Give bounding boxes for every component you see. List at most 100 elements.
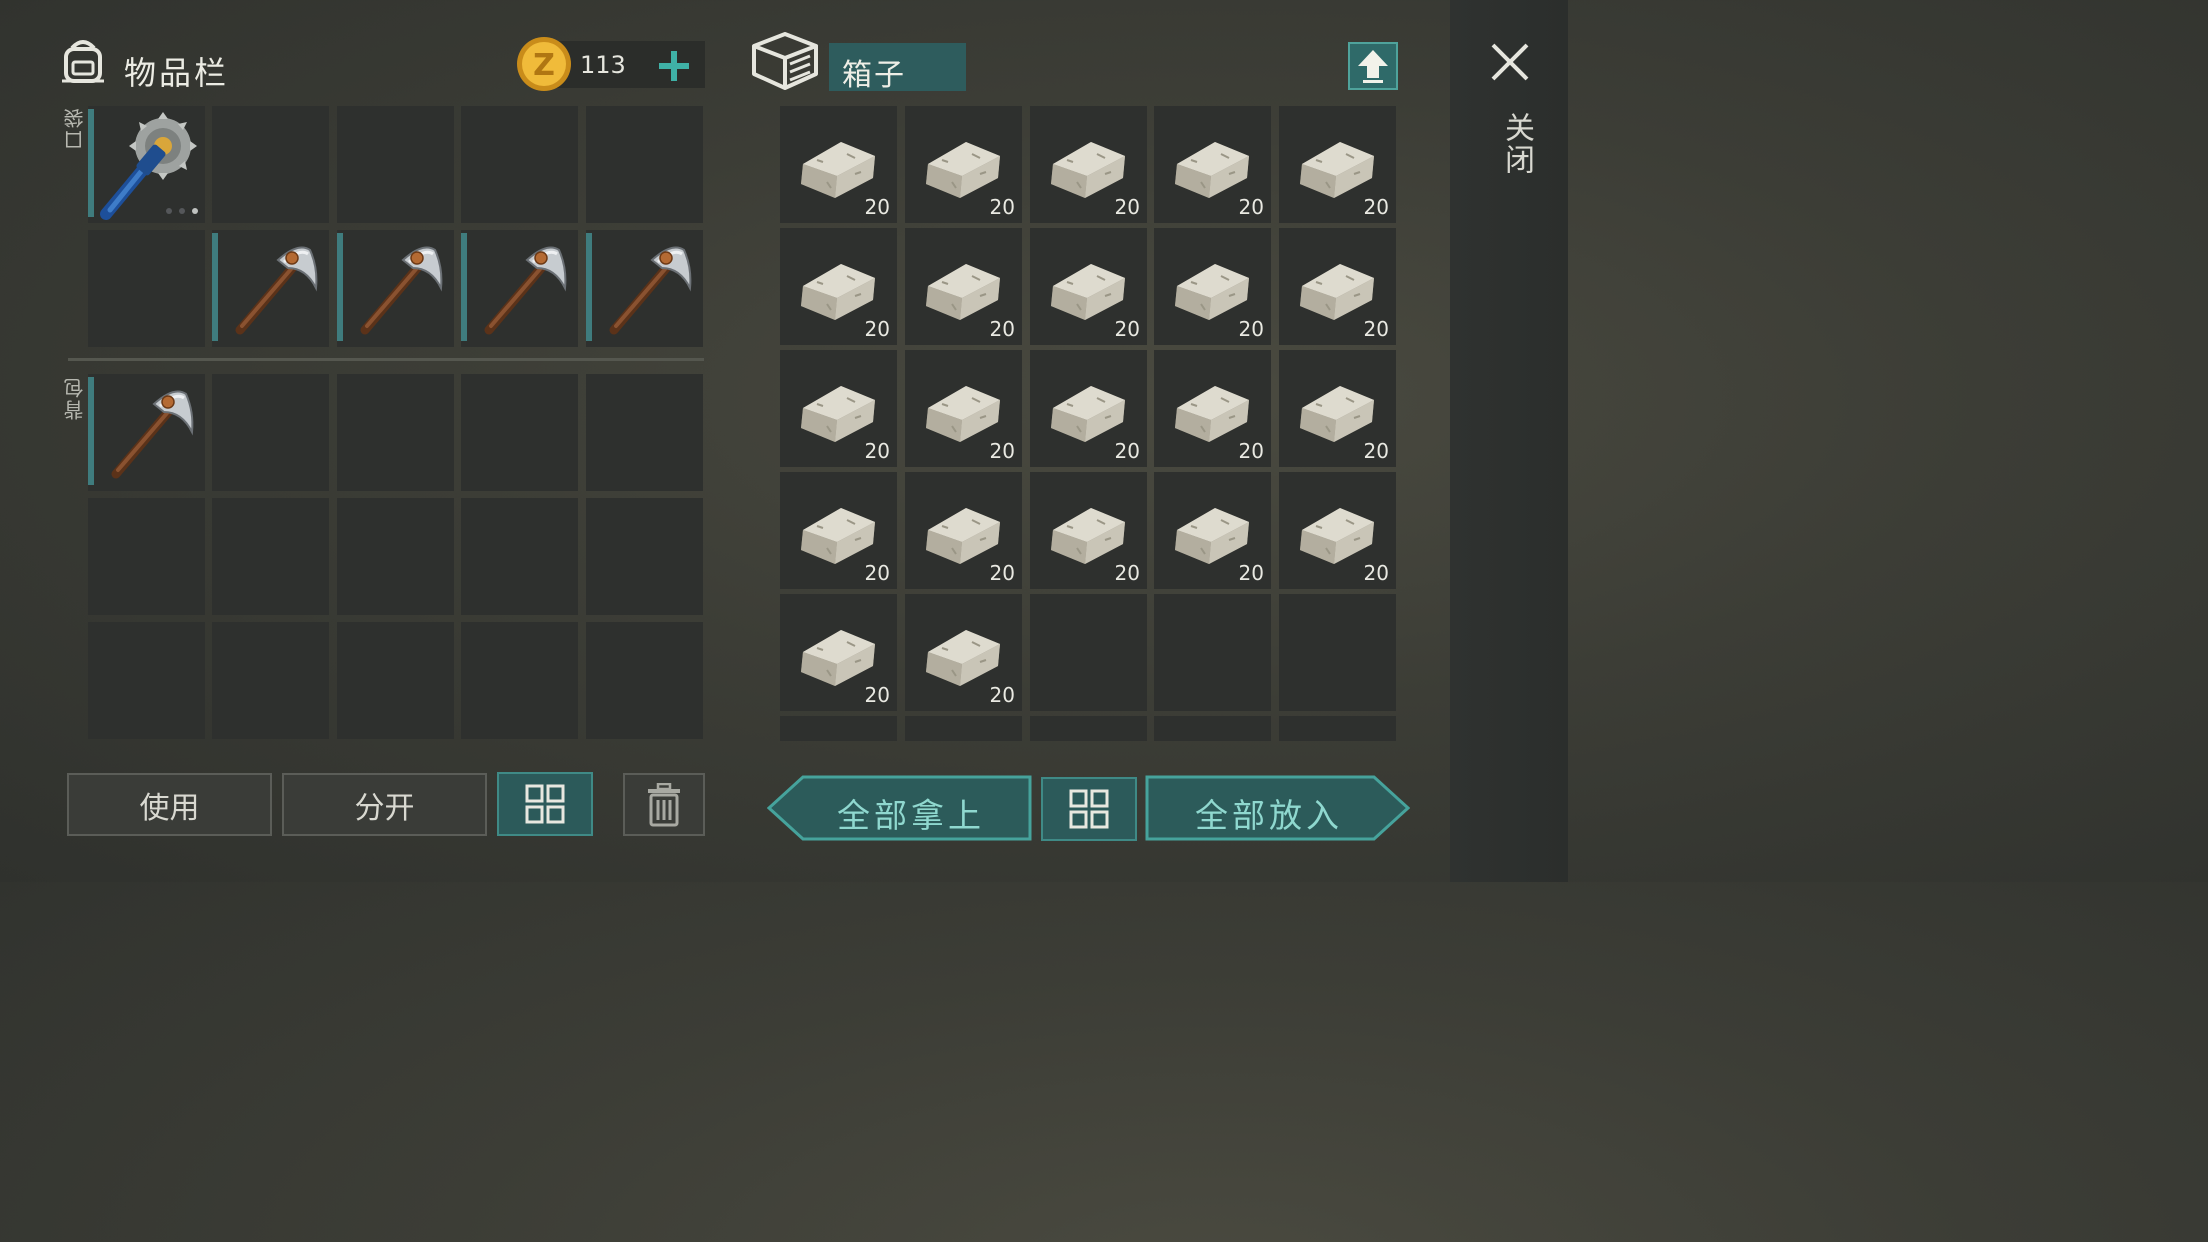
- item-count: 20: [1114, 561, 1140, 585]
- item-count: 20: [864, 683, 890, 707]
- container-slot[interactable]: [1279, 716, 1396, 741]
- container-slot[interactable]: 20: [1279, 350, 1396, 467]
- container-slot[interactable]: [1030, 716, 1147, 741]
- backpack-icon: [58, 36, 108, 86]
- backpack-slot[interactable]: [586, 622, 703, 739]
- pocket-slot[interactable]: [461, 230, 578, 347]
- container-slot[interactable]: 20: [1279, 106, 1396, 223]
- container-slot[interactable]: 20: [780, 472, 897, 589]
- container-slot[interactable]: [1154, 716, 1271, 741]
- container-slot[interactable]: 20: [905, 350, 1022, 467]
- container-slot[interactable]: 20: [905, 106, 1022, 223]
- stone-icon: [801, 142, 875, 198]
- item-count: 20: [1363, 561, 1389, 585]
- pocket-slot[interactable]: [337, 106, 454, 223]
- backpack-slot[interactable]: [337, 498, 454, 615]
- container-slot[interactable]: 20: [780, 350, 897, 467]
- split-button[interactable]: 分开: [282, 773, 487, 836]
- backpack-slot[interactable]: [461, 374, 578, 491]
- stone-icon: [1051, 142, 1125, 198]
- container-slot[interactable]: 20: [905, 594, 1022, 711]
- stone-icon: [1300, 508, 1374, 564]
- sort-inventory-button[interactable]: [497, 772, 593, 836]
- container-title: 箱子: [842, 58, 906, 93]
- item-count: 20: [989, 439, 1015, 463]
- container-slot[interactable]: 20: [1154, 472, 1271, 589]
- pocket-slot[interactable]: [212, 106, 329, 223]
- container-grid-scroll-edge: [780, 716, 1398, 741]
- pocket-slot[interactable]: [88, 230, 205, 347]
- container-slot[interactable]: 20: [1154, 350, 1271, 467]
- backpack-label: 背包: [63, 376, 87, 420]
- backpack-slot[interactable]: [461, 498, 578, 615]
- close-icon[interactable]: [1488, 40, 1532, 84]
- pocket-slot[interactable]: [212, 230, 329, 347]
- box-icon: [750, 30, 820, 92]
- container-slot[interactable]: [1279, 594, 1396, 711]
- backpack-slot[interactable]: [337, 374, 454, 491]
- container-slot[interactable]: 20: [1279, 472, 1396, 589]
- pickaxe-icon: [235, 246, 318, 335]
- sort-container-button[interactable]: [1041, 777, 1137, 841]
- backpack-slot[interactable]: [337, 622, 454, 739]
- close-label[interactable]: 关闭: [1494, 112, 1538, 176]
- grid-sort-icon: [525, 784, 565, 824]
- backpack-slot[interactable]: [461, 622, 578, 739]
- container-slot[interactable]: 20: [1279, 228, 1396, 345]
- container-slot[interactable]: 20: [780, 106, 897, 223]
- backpack-slot[interactable]: [88, 622, 205, 739]
- container-slot[interactable]: 20: [905, 472, 1022, 589]
- stone-icon: [1300, 142, 1374, 198]
- upload-button[interactable]: [1348, 42, 1398, 90]
- delete-button[interactable]: [623, 773, 705, 836]
- pocket-slot[interactable]: [461, 106, 578, 223]
- container-slot[interactable]: 20: [1154, 228, 1271, 345]
- saw-tool-icon: [100, 112, 198, 220]
- stone-icon: [1300, 264, 1374, 320]
- container-slot[interactable]: 20: [1030, 472, 1147, 589]
- container-slot[interactable]: 20: [780, 228, 897, 345]
- pickaxe-icon: [484, 246, 567, 335]
- container-slot[interactable]: 20: [1030, 106, 1147, 223]
- backpack-slot[interactable]: [88, 374, 205, 491]
- backpack-slot[interactable]: [586, 498, 703, 615]
- stone-icon: [1051, 508, 1125, 564]
- add-coins-button[interactable]: [655, 47, 693, 85]
- pocket-slot[interactable]: [586, 106, 703, 223]
- stone-icon: [926, 508, 1000, 564]
- pocket-slot[interactable]: [337, 230, 454, 347]
- container-slot[interactable]: 20: [1154, 106, 1271, 223]
- item-count: 20: [1114, 317, 1140, 341]
- container-slot[interactable]: 20: [1030, 228, 1147, 345]
- pickaxe-icon: [111, 390, 194, 479]
- container-slot[interactable]: [1154, 594, 1271, 711]
- pocket-slot[interactable]: [586, 230, 703, 347]
- container-slot[interactable]: 20: [1030, 350, 1147, 467]
- stone-icon: [1175, 386, 1249, 442]
- put-all-button[interactable]: 全部放入: [1145, 775, 1410, 841]
- item-count: 20: [989, 195, 1015, 219]
- put-all-label: 全部放入: [1195, 796, 1343, 835]
- container-slot[interactable]: 20: [905, 228, 1022, 345]
- backpack-slot[interactable]: [212, 622, 329, 739]
- backpack-slot[interactable]: [212, 374, 329, 491]
- item-count: 20: [864, 561, 890, 585]
- pocket-label: 口袋: [63, 106, 87, 150]
- item-count: 20: [864, 439, 890, 463]
- trash-icon: [648, 782, 680, 826]
- use-button[interactable]: 使用: [67, 773, 272, 836]
- pickaxe-icon: [360, 246, 443, 335]
- container-slot[interactable]: [1030, 594, 1147, 711]
- pocket-slot[interactable]: [88, 106, 205, 223]
- container-slot[interactable]: [780, 716, 897, 741]
- backpack-slot[interactable]: [88, 498, 205, 615]
- backpack-slot[interactable]: [212, 498, 329, 615]
- backpack-slot[interactable]: [586, 374, 703, 491]
- stone-icon: [1175, 508, 1249, 564]
- inventory-title: 物品栏: [124, 54, 230, 92]
- stone-icon: [926, 386, 1000, 442]
- container-slot[interactable]: 20: [780, 594, 897, 711]
- container-slot[interactable]: [905, 716, 1022, 741]
- coin-icon: Z: [515, 35, 573, 93]
- take-all-button[interactable]: 全部拿上: [767, 775, 1032, 841]
